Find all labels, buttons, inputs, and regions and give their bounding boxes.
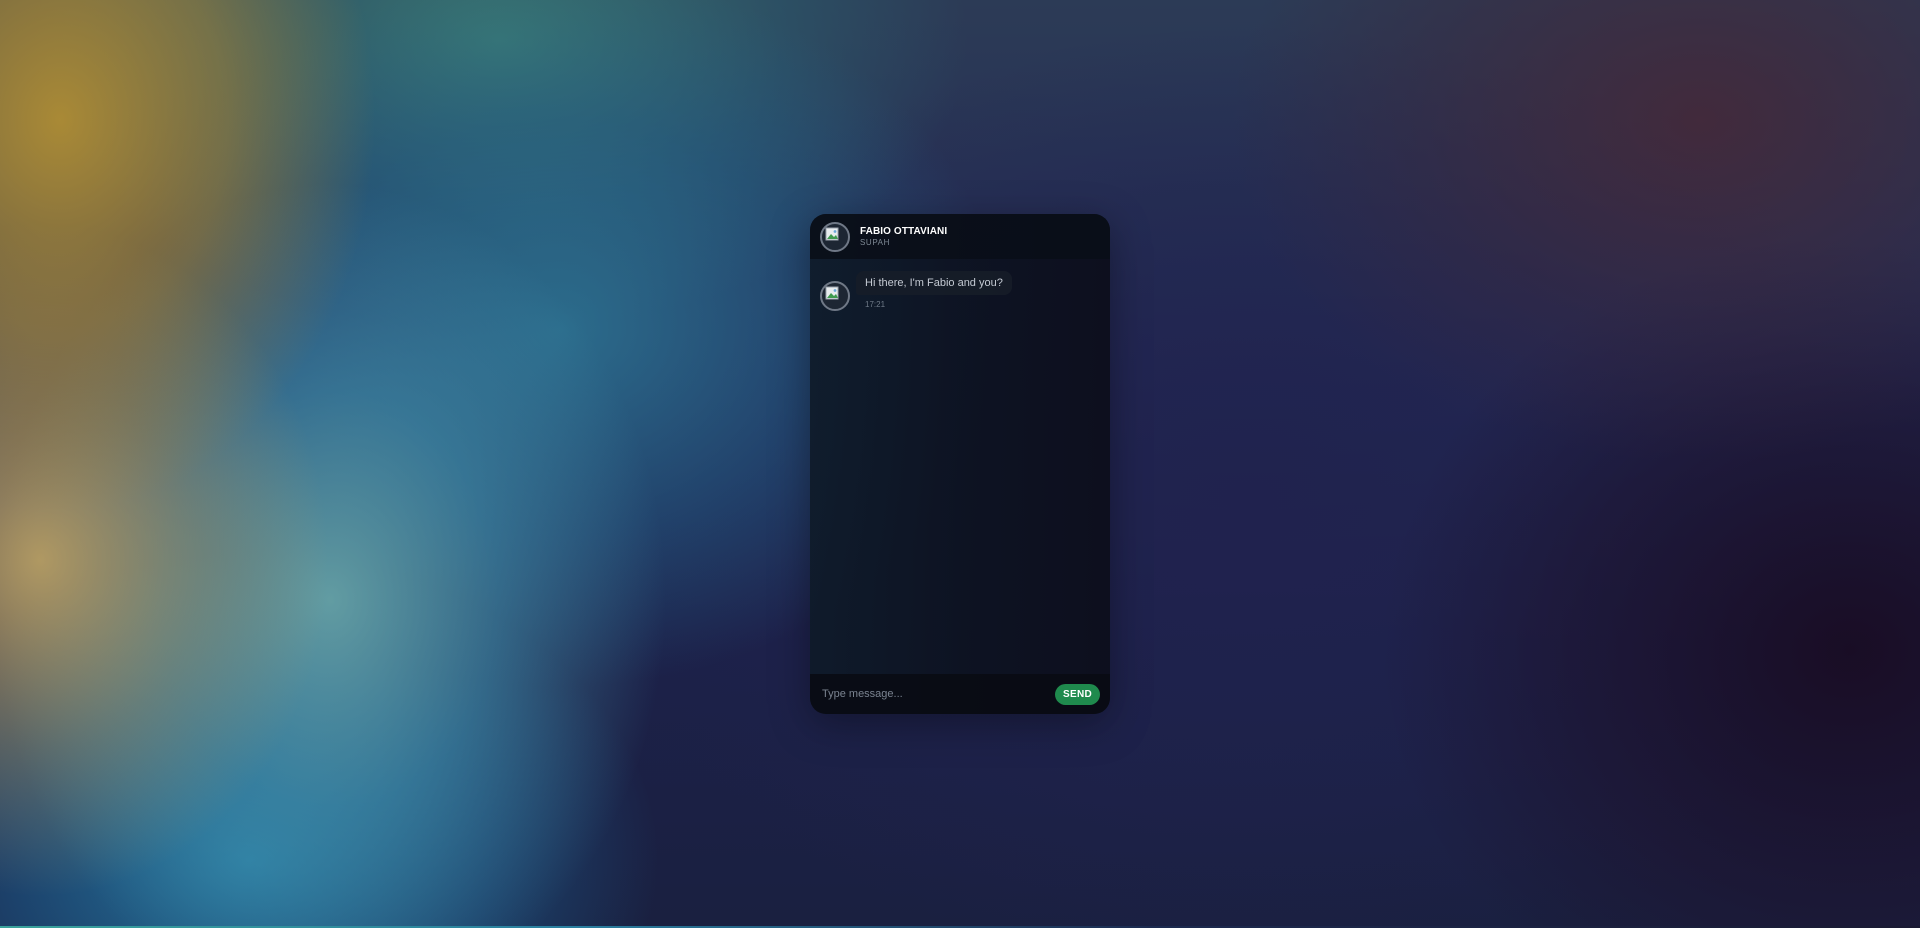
- message-item: Hi there, I'm Fabio and you? 17:21: [820, 271, 1100, 311]
- contact-avatar: [820, 221, 850, 252]
- contact-info: FABIO OTTAVIANI SUPAH: [860, 226, 947, 248]
- contact-name: FABIO OTTAVIANI: [860, 225, 948, 237]
- chat-widget: FABIO OTTAVIANI SUPAH Hi there, I'm Fabi…: [810, 214, 1110, 714]
- message-input[interactable]: [822, 688, 1056, 700]
- chat-footer: SEND: [810, 674, 1110, 714]
- message-body: Hi there, I'm Fabio and you? 17:21: [856, 271, 1012, 309]
- message-avatar: [820, 281, 850, 311]
- contact-subtitle: SUPAH: [860, 237, 890, 247]
- message-bubble: Hi there, I'm Fabio and you?: [856, 271, 1012, 295]
- message-list: Hi there, I'm Fabio and you? 17:21: [810, 259, 1110, 674]
- send-button[interactable]: SEND: [1055, 683, 1100, 705]
- chat-header: FABIO OTTAVIANI SUPAH: [810, 214, 1110, 259]
- message-timestamp: 17:21: [865, 300, 886, 309]
